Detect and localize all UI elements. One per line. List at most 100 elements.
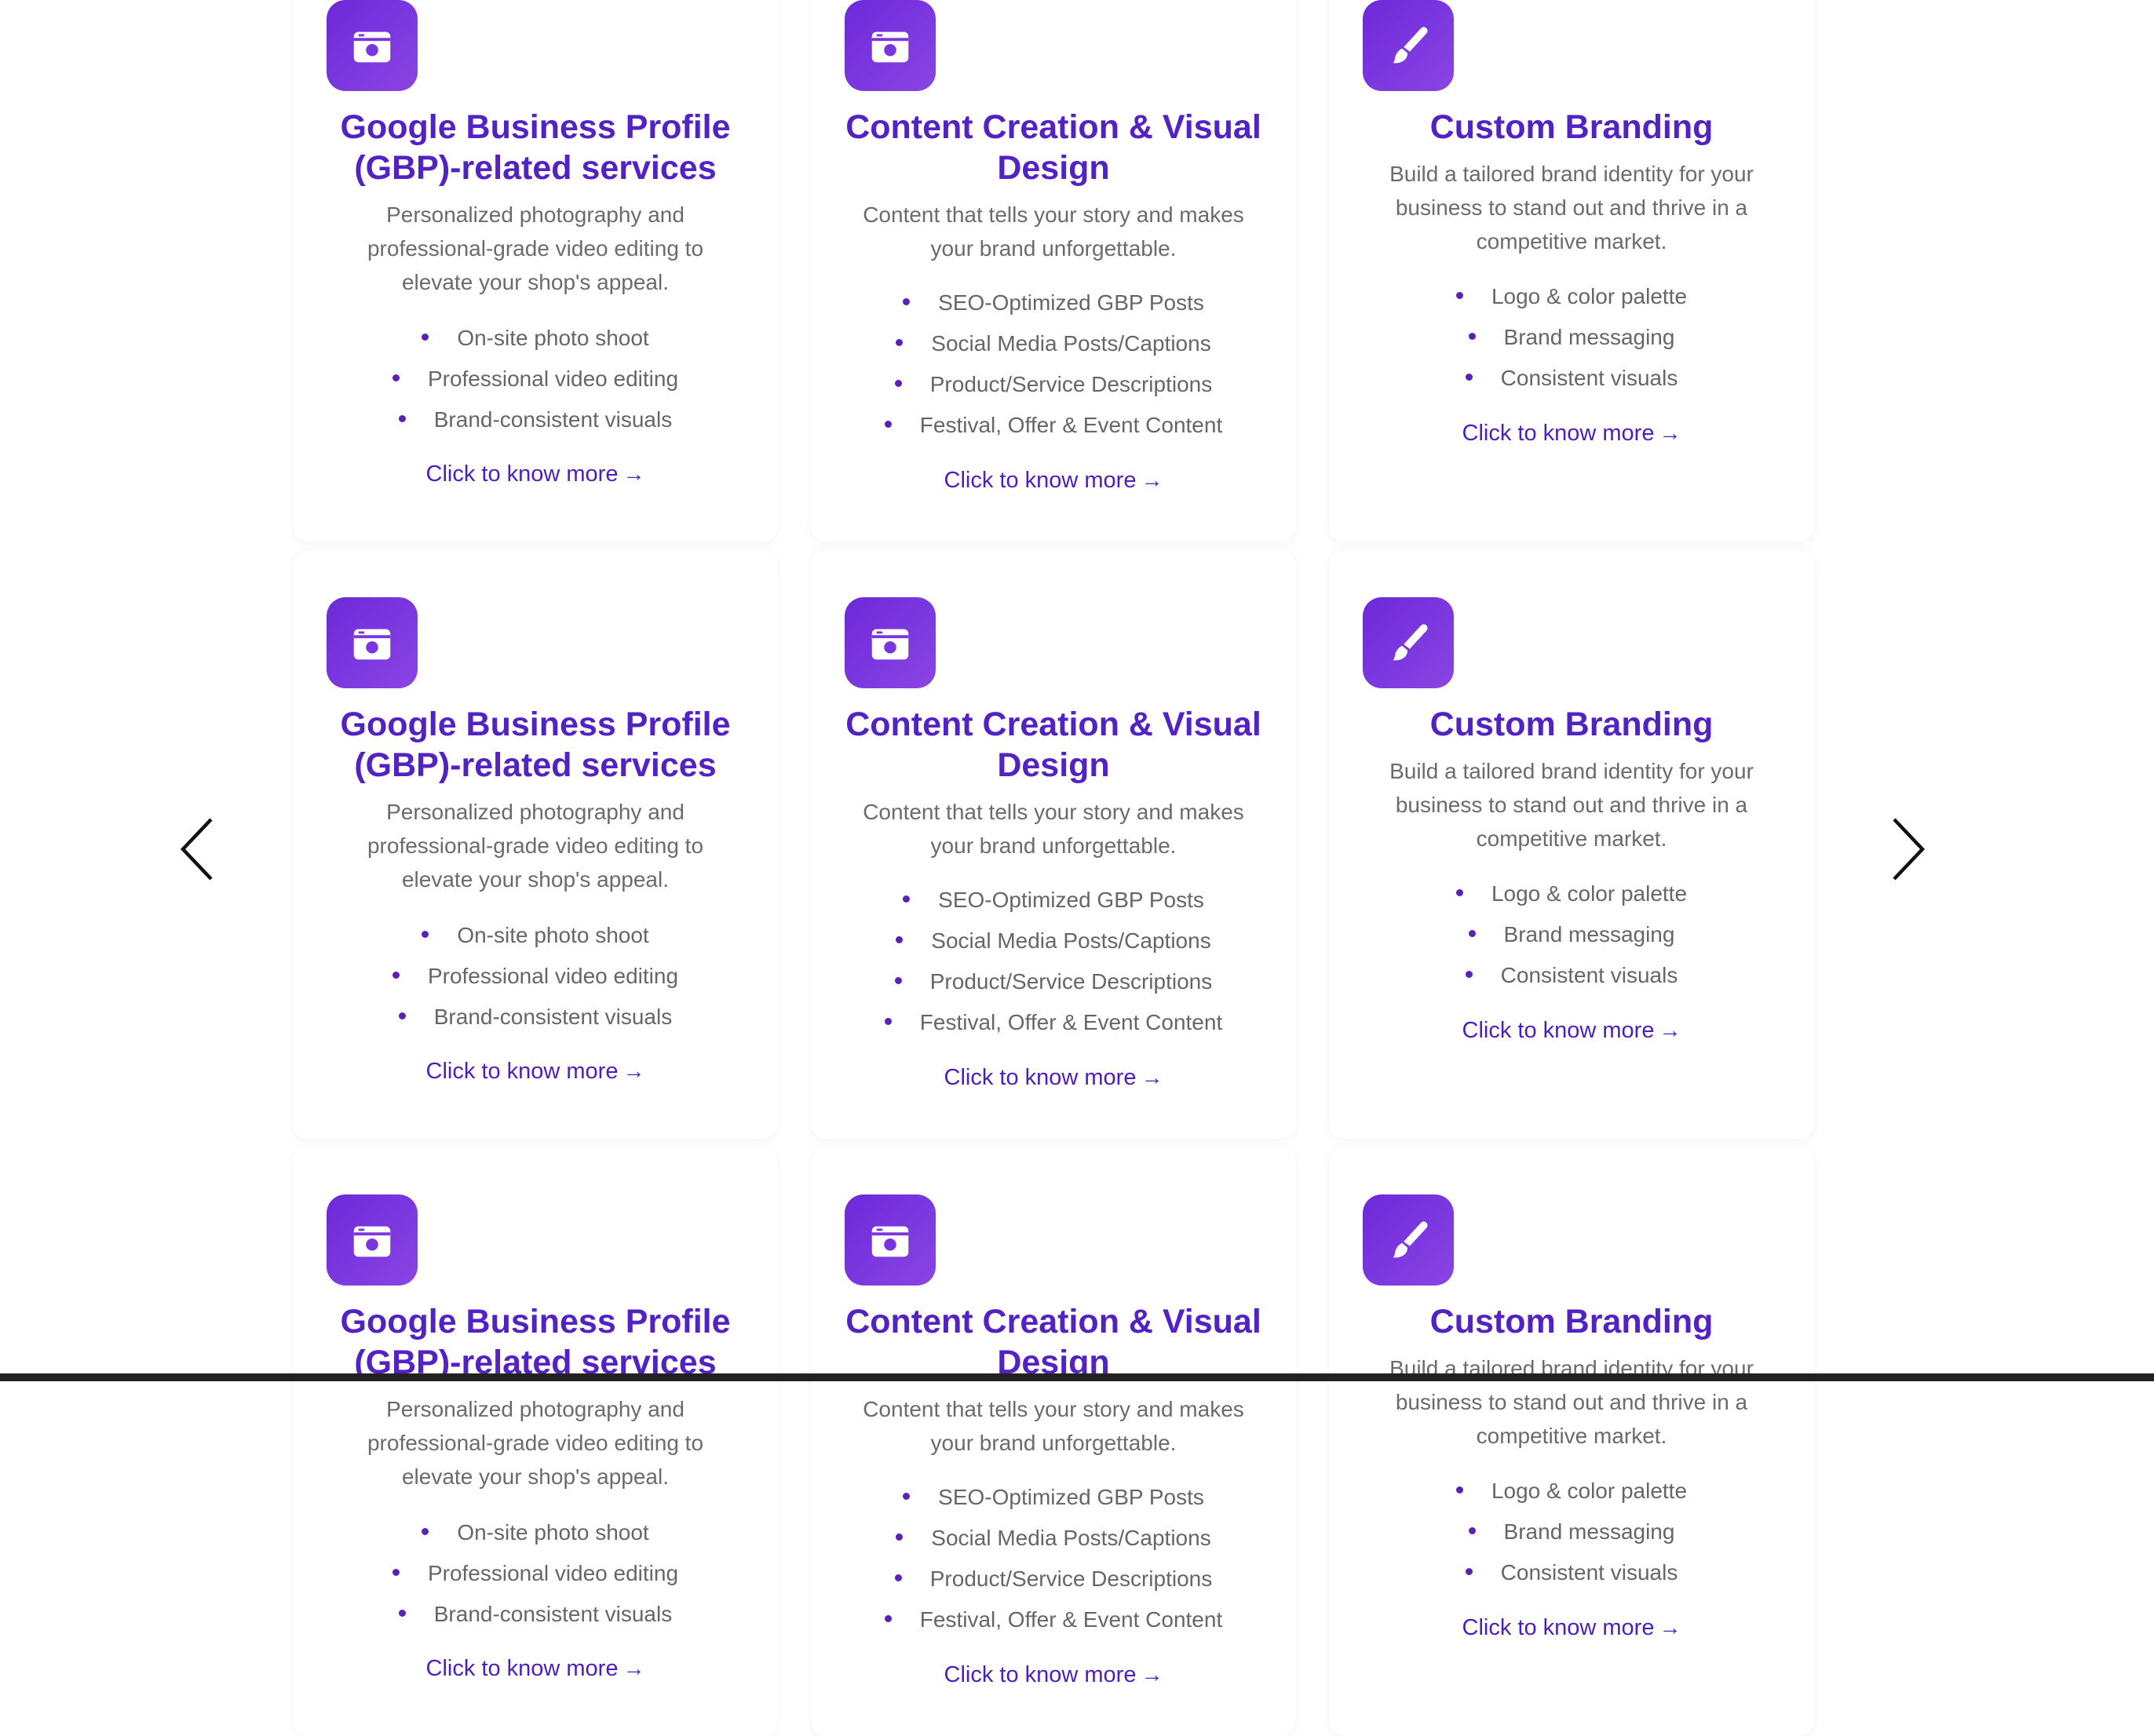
service-card-content: Content Creation & Visual Design Content … [812, 1194, 1295, 1736]
service-description: Build a tailored brand identity for your… [1389, 759, 1754, 851]
feature-text: Festival, Offer & Event Content [919, 413, 1223, 437]
arrow-right-icon: → [622, 461, 645, 486]
feature-text: Social Media Posts/Captions [931, 928, 1211, 953]
service-description: Content that tells your story and makes … [863, 202, 1244, 261]
feature-text: Brand-consistent visuals [433, 407, 673, 432]
feature-item: Social Media Posts/Captions [812, 1518, 1295, 1559]
service-card: Custom Branding Build a tailored brand id… [1330, 550, 1813, 1139]
service-title: Custom Branding [1429, 706, 1714, 743]
chevron-left-icon [180, 818, 213, 881]
feature-list: On-site photo shoot Professional video ed… [294, 915, 777, 1038]
arrow-right-icon: → [1659, 1018, 1681, 1042]
service-description: Build a tailored brand identity for your… [1389, 162, 1754, 253]
carousel-next-button[interactable] [1884, 810, 1931, 888]
feature-list: Logo & color palette Brand messaging Consi… [1330, 1471, 1813, 1593]
service-card: Content Creation & Visual Design Content … [812, 550, 1295, 1139]
service-card: Google Business Profile (GBP)-related se… [294, 1147, 777, 1736]
feature-item: Social Media Posts/Captions [812, 323, 1295, 364]
feature-list: On-site photo shoot Professional video ed… [294, 1512, 777, 1635]
feature-item: Brand-consistent visuals [294, 997, 777, 1038]
feature-text: Brand messaging [1503, 325, 1675, 349]
camera-icon [327, 1194, 418, 1286]
service-description: Personalized photography and professiona… [367, 800, 704, 892]
feature-item: SEO-Optimized GBP Posts [812, 283, 1295, 323]
feature-text: SEO-Optimized GBP Posts [938, 290, 1204, 315]
feature-text: Logo & color palette [1491, 881, 1688, 906]
feature-item: Social Media Posts/Captions [812, 921, 1295, 961]
bullet-icon [398, 415, 406, 423]
feature-item: On-site photo shoot [294, 318, 777, 359]
feature-item: Brand messaging [1330, 914, 1813, 955]
know-more-link[interactable]: Click to know more → [812, 1062, 1295, 1093]
service-card: Google Business Profile (GBP)-related se… [294, 0, 777, 542]
feature-text: On-site photo shoot [457, 923, 649, 947]
know-more-link[interactable]: Click to know more → [1330, 418, 1813, 449]
window-bottom-edge [0, 1373, 2154, 1381]
feature-text: Brand-consistent visuals [433, 1602, 673, 1626]
feature-text: Festival, Offer & Event Content [919, 1010, 1223, 1034]
feature-text: Brand messaging [1503, 1519, 1675, 1544]
feature-text: SEO-Optimized GBP Posts [938, 1485, 1204, 1509]
feature-item: Brand messaging [1330, 317, 1813, 358]
bullet-icon [896, 339, 904, 347]
know-more-link[interactable]: Click to know more → [812, 465, 1295, 496]
feature-item: SEO-Optimized GBP Posts [812, 880, 1295, 921]
bullet-icon [884, 421, 892, 429]
know-more-label: Click to know more [425, 461, 619, 487]
know-more-link[interactable]: Click to know more → [294, 458, 777, 490]
service-card-content: Content Creation & Visual Design Content … [812, 0, 1295, 542]
feature-item: Product/Service Descriptions [812, 961, 1295, 1002]
camera-icon [845, 0, 936, 91]
know-more-label: Click to know more [944, 468, 1137, 493]
feature-text: Product/Service Descriptions [929, 1566, 1213, 1591]
feature-text: Consistent visuals [1500, 963, 1678, 987]
paintbrush-icon [1363, 0, 1454, 91]
chevron-right-icon [1893, 818, 1926, 881]
feature-item: Consistent visuals [1330, 358, 1813, 399]
bullet-icon [884, 1018, 892, 1026]
feature-text: Product/Service Descriptions [929, 969, 1213, 994]
service-title: Content Creation & Visual Design [845, 1303, 1261, 1381]
know-more-label: Click to know more [944, 1065, 1137, 1090]
know-more-link[interactable]: Click to know more → [294, 1056, 777, 1087]
feature-list: SEO-Optimized GBP Posts Social Media Post… [812, 880, 1295, 1043]
bullet-icon [398, 1610, 406, 1617]
service-description: Personalized photography and professiona… [367, 1397, 704, 1489]
service-title: Google Business Profile (GBP)-related se… [340, 108, 731, 187]
know-more-link[interactable]: Click to know more → [294, 1653, 777, 1684]
carousel-prev-button[interactable] [174, 810, 221, 888]
bullet-icon [422, 931, 429, 939]
bullet-icon [1468, 333, 1476, 341]
know-more-label: Click to know more [425, 1059, 619, 1084]
feature-item: On-site photo shoot [294, 915, 777, 956]
arrow-right-icon: → [622, 1656, 645, 1680]
service-title: Custom Branding [1429, 108, 1714, 146]
arrow-right-icon: → [1141, 1662, 1163, 1687]
bullet-icon [1465, 374, 1473, 381]
service-card: Custom Branding Build a tailored brand id… [1330, 0, 1813, 542]
feature-text: Consistent visuals [1500, 1560, 1678, 1585]
bullet-icon [894, 380, 902, 388]
feature-item: Logo & color palette [1330, 276, 1813, 317]
feature-item: Product/Service Descriptions [812, 1559, 1295, 1599]
service-card-content: Content Creation & Visual Design Content … [812, 597, 1295, 1139]
feature-text: Professional video editing [427, 1561, 679, 1585]
paintbrush-icon [1363, 597, 1454, 688]
bullet-icon [1468, 930, 1476, 938]
bullet-icon [1465, 971, 1473, 979]
camera-icon [327, 597, 418, 688]
bullet-icon [422, 334, 429, 341]
know-more-link[interactable]: Click to know more → [1330, 1612, 1813, 1643]
camera-icon [845, 1194, 936, 1286]
feature-text: Consistent visuals [1500, 366, 1678, 390]
service-card-content: Custom Branding Build a tailored brand id… [1330, 597, 1813, 1139]
arrow-right-icon: → [1141, 1065, 1163, 1089]
know-more-label: Click to know more [1462, 1018, 1655, 1043]
feature-text: Logo & color palette [1491, 1479, 1688, 1503]
feature-text: On-site photo shoot [457, 326, 649, 350]
know-more-link[interactable]: Click to know more → [812, 1659, 1295, 1690]
feature-item: Product/Service Descriptions [812, 364, 1295, 405]
service-title: Content Creation & Visual Design [845, 108, 1261, 187]
know-more-link[interactable]: Click to know more → [1330, 1015, 1813, 1046]
camera-icon [327, 0, 418, 91]
